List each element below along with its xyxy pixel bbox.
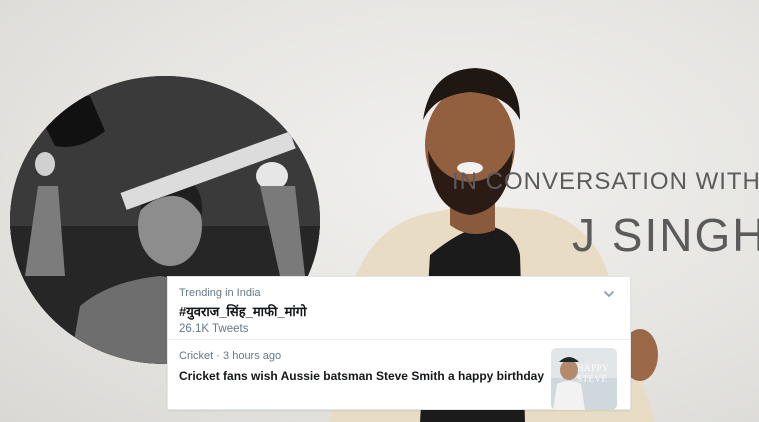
trend-tweet-count: 26.1K Tweets xyxy=(179,323,249,335)
news-story-item[interactable]: Cricket · 3 hours ago Cricket fans wish … xyxy=(168,340,630,411)
trending-card[interactable]: Trending in India #युवराज_सिंह_माफी_मांग… xyxy=(167,276,631,410)
meta-separator: · xyxy=(216,350,220,362)
trend-context: Trending in India xyxy=(179,287,261,299)
story-headline-text: Cricket fans wish Aussie batsman Steve S… xyxy=(179,369,544,383)
trend-item[interactable]: Trending in India #युवराज_सिंह_माफी_मांग… xyxy=(168,277,630,339)
trend-hashtag[interactable]: #युवराज_सिंह_माफी_मांगो xyxy=(179,303,619,320)
stage-banner-line2: J SINGH xyxy=(572,209,759,261)
story-category: Cricket xyxy=(179,350,214,362)
thumbnail-caption-line2: STEVE xyxy=(577,374,608,384)
story-thumbnail[interactable]: HAPPY STEVE xyxy=(551,348,617,410)
thumbnail-caption-line1: HAPPY xyxy=(577,363,610,373)
story-time: 3 hours ago xyxy=(223,350,282,362)
stage-banner-line1: IN CONVERSATION WITH xyxy=(452,168,759,195)
thumbnail-caption: HAPPY STEVE xyxy=(577,363,609,385)
chevron-down-icon[interactable] xyxy=(602,287,616,301)
